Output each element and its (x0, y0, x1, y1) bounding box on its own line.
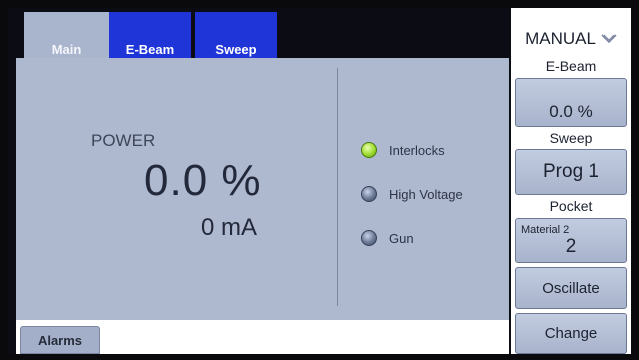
pocket-section-label: Pocket (549, 198, 593, 214)
change-button[interactable]: Change (515, 313, 627, 354)
sweep-program-button[interactable]: Prog 1 (515, 149, 627, 195)
sweep-section-label: Sweep (549, 130, 593, 146)
ebeam-value-button[interactable]: 0.0 % (515, 78, 627, 127)
right-control-panel: MANUAL E-Beam 0.0 % Sweep Prog 1 Pocket … (511, 8, 631, 354)
power-label: POWER (91, 131, 156, 150)
pocket-number: 2 (565, 236, 577, 257)
mode-selector[interactable]: MANUAL (511, 26, 631, 52)
current-value: 0 mA (201, 214, 258, 241)
pocket-button[interactable]: Material 2 2 (515, 218, 627, 263)
chevron-down-icon (601, 34, 617, 44)
gun-label: Gun (389, 230, 414, 246)
oscillate-button[interactable]: Oscillate (515, 267, 627, 309)
status-high-voltage: High Voltage (361, 184, 463, 204)
mode-label: MANUAL (525, 29, 596, 48)
tab-sweep[interactable]: Sweep (195, 12, 277, 60)
status-interlocks: Interlocks (361, 140, 445, 160)
tab-main[interactable]: Main (24, 12, 109, 60)
status-gun: Gun (361, 228, 414, 248)
gun-led-icon (361, 230, 377, 246)
pocket-material-label: Material 2 (521, 224, 570, 236)
interlocks-label: Interlocks (389, 142, 445, 158)
bottom-bar: Alarms (16, 320, 509, 354)
power-value: 0.0 % (144, 156, 262, 205)
main-panel: POWER 0.0 % 0 mA Interlocks High Voltage… (16, 58, 509, 320)
panel-divider (337, 68, 338, 306)
device-screen: Main E-Beam Sweep POWER 0.0 % 0 mA Inter… (8, 8, 631, 354)
high-voltage-led-icon (361, 186, 377, 202)
alarms-button[interactable]: Alarms (20, 326, 100, 354)
ebeam-section-label: E-Beam (545, 58, 597, 74)
high-voltage-label: High Voltage (389, 186, 463, 202)
tab-ebeam[interactable]: E-Beam (109, 12, 191, 60)
interlocks-led-icon (361, 142, 377, 158)
